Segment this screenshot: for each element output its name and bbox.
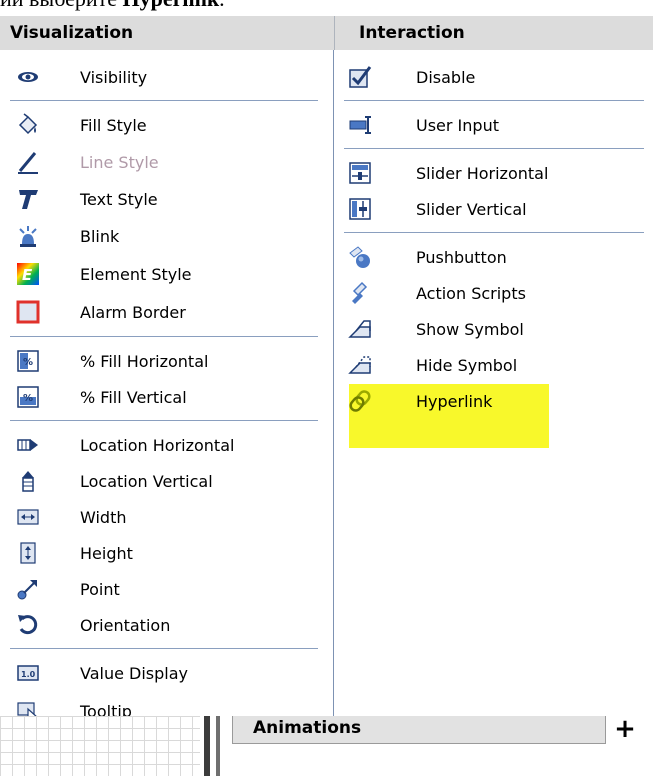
menu-item-alarm-border[interactable]: Alarm Border — [16, 297, 186, 327]
separator — [10, 100, 318, 101]
animations-tab[interactable]: Animations — [232, 716, 606, 744]
height-icon — [16, 541, 40, 565]
text-t-icon — [16, 187, 40, 211]
column-divider — [333, 50, 334, 750]
menu-item-disable[interactable]: Disable — [348, 62, 475, 92]
separator — [344, 232, 644, 233]
menu-item-label: Text Style — [80, 189, 158, 209]
percent-fill-vertical-icon: % — [16, 385, 40, 409]
pushbutton-icon — [348, 245, 372, 269]
menu-item-percent-fill-vertical[interactable]: % % Fill Vertical — [16, 382, 187, 412]
animation-menu-panel: Visualization Interaction Visibility Fil… — [0, 16, 653, 750]
menu-item-label: Value Display — [80, 663, 188, 683]
menu-item-action-scripts[interactable]: Action Scripts — [348, 278, 526, 308]
alarm-border-icon — [16, 300, 40, 324]
menu-item-height[interactable]: Height — [16, 538, 133, 568]
paint-bucket-icon — [16, 113, 40, 137]
menu-item-label: Show Symbol — [416, 319, 524, 339]
blink-lamp-icon — [16, 224, 40, 248]
menu-item-point[interactable]: Point — [16, 574, 120, 604]
instruction-text: ии выберите Hyperlink. — [0, 0, 225, 11]
point-icon — [16, 577, 40, 601]
svg-text:%: % — [23, 393, 33, 404]
menu-item-blink[interactable]: Blink — [16, 221, 119, 251]
eye-icon — [16, 65, 40, 89]
canvas-grid — [0, 716, 200, 776]
menu-item-label: Action Scripts — [416, 283, 526, 303]
user-input-icon — [348, 113, 372, 137]
menu-item-orientation[interactable]: Orientation — [16, 610, 170, 640]
menu-item-label: Disable — [416, 67, 476, 87]
interaction-header: Interaction — [334, 16, 653, 50]
menu-item-pushbutton[interactable]: Pushbutton — [348, 242, 507, 272]
menu-item-fill-style[interactable]: Fill Style — [16, 110, 147, 140]
separator — [344, 100, 644, 101]
action-scripts-icon — [348, 281, 372, 305]
menu-item-label: Location Vertical — [80, 471, 213, 491]
menu-item-label: % Fill Horizontal — [80, 351, 209, 371]
panel-edge — [216, 716, 220, 776]
slider-horizontal-icon — [348, 161, 372, 185]
menu-item-hide-symbol[interactable]: Hide Symbol — [348, 350, 517, 380]
separator — [10, 420, 318, 421]
separator — [10, 648, 318, 649]
separator — [344, 148, 644, 149]
menu-item-element-style[interactable]: E Element Style — [16, 259, 192, 289]
menu-item-location-vertical[interactable]: Location Vertical — [16, 466, 213, 496]
separator — [10, 336, 318, 337]
menu-item-slider-horizontal[interactable]: Slider Horizontal — [348, 158, 548, 188]
menu-item-label: Pushbutton — [416, 247, 507, 267]
svg-text:%: % — [23, 357, 33, 368]
show-symbol-icon — [348, 317, 372, 341]
hyperlink-chain-icon — [348, 389, 372, 413]
menu-item-slider-vertical[interactable]: Slider Vertical — [348, 194, 527, 224]
menu-item-label: Point — [80, 579, 120, 599]
width-icon — [16, 505, 40, 529]
visualization-header: Visualization — [0, 16, 334, 50]
menu-item-label: Hide Symbol — [416, 355, 518, 375]
menu-item-label: Slider Vertical — [416, 199, 527, 219]
menu-item-label: Fill Style — [80, 115, 147, 135]
svg-text:1.0: 1.0 — [21, 670, 36, 679]
pen-line-icon — [16, 150, 40, 174]
menu-item-location-horizontal[interactable]: Location Horizontal — [16, 430, 234, 460]
menu-item-label: Line Style — [80, 152, 159, 172]
svg-text:E: E — [22, 266, 33, 284]
menu-item-value-display[interactable]: 1.0 Value Display — [16, 658, 188, 688]
slider-vertical-icon — [348, 197, 372, 221]
menu-item-user-input[interactable]: User Input — [348, 110, 499, 140]
menu-item-label: Location Horizontal — [80, 435, 235, 455]
menu-item-visibility[interactable]: Visibility — [16, 62, 147, 92]
location-vertical-icon — [16, 469, 40, 493]
menu-item-percent-fill-horizontal[interactable]: % % Fill Horizontal — [16, 346, 208, 376]
element-style-icon: E — [16, 262, 40, 286]
orientation-icon — [16, 613, 40, 637]
add-animation-button[interactable]: + — [610, 716, 640, 744]
menu-item-hyperlink[interactable]: Hyperlink — [348, 386, 492, 416]
menu-item-show-symbol[interactable]: Show Symbol — [348, 314, 524, 344]
menu-item-label: Height — [80, 543, 133, 563]
menu-item-label: Visibility — [80, 67, 148, 87]
location-horizontal-icon — [16, 433, 40, 457]
menu-item-width[interactable]: Width — [16, 502, 126, 532]
menu-item-text-style[interactable]: Text Style — [16, 184, 158, 214]
menu-item-label: Blink — [80, 226, 120, 246]
menu-item-label: Element Style — [80, 264, 192, 284]
percent-fill-horizontal-icon: % — [16, 349, 40, 373]
panel-edge — [204, 716, 210, 776]
hide-symbol-icon — [348, 353, 372, 377]
menu-item-label: Slider Horizontal — [416, 163, 549, 183]
menu-item-label: Alarm Border — [80, 302, 186, 322]
menu-item-label: Hyperlink — [416, 391, 493, 411]
menu-item-label: Orientation — [80, 615, 171, 635]
menu-item-line-style: Line Style — [16, 147, 159, 177]
menu-item-label: User Input — [416, 115, 499, 135]
disable-check-icon — [348, 65, 372, 89]
menu-item-label: % Fill Vertical — [80, 387, 187, 407]
menu-item-label: Width — [80, 507, 127, 527]
value-display-icon: 1.0 — [16, 661, 40, 685]
